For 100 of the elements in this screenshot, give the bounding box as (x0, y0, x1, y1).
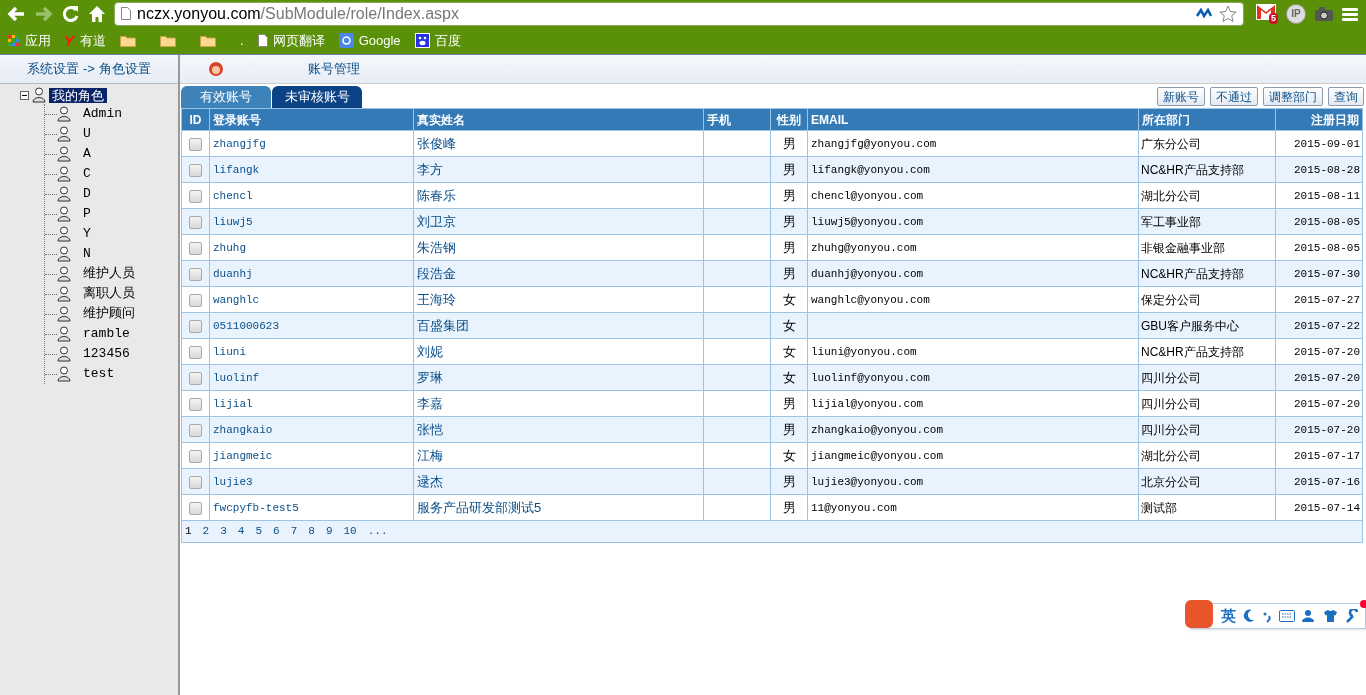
login-link[interactable]: liuwj5 (213, 216, 253, 229)
tree-item[interactable]: 维护顾问 (81, 304, 137, 324)
ime-mode[interactable]: 英 (1221, 604, 1236, 628)
login-link[interactable]: lijial (213, 398, 253, 411)
page-link[interactable]: 5 (255, 523, 263, 540)
bookmark-link[interactable]: 应用 (8, 30, 51, 51)
bookmark-link[interactable]: 百度 (414, 30, 461, 51)
page-link[interactable]: 10 (343, 523, 357, 540)
tab[interactable]: 未审核账号 (272, 86, 362, 108)
row-checkbox[interactable] (189, 449, 202, 463)
reload-icon[interactable] (62, 4, 80, 23)
row-checkbox[interactable] (189, 423, 202, 437)
logo-icon (65, 34, 75, 47)
row-checkbox[interactable] (189, 501, 202, 515)
person-icon (57, 226, 71, 242)
row-checkbox[interactable] (189, 475, 202, 489)
bookmark-link[interactable]: Google (338, 30, 401, 51)
tree-item[interactable]: N (81, 244, 93, 264)
back-icon[interactable] (6, 4, 26, 23)
row-checkbox[interactable] (189, 189, 202, 203)
row-checkbox[interactable] (189, 397, 202, 411)
login-link[interactable]: 0511000623 (213, 320, 279, 333)
tree-item[interactable]: 123456 (81, 344, 132, 364)
page-link[interactable]: 6 (273, 523, 280, 540)
page-link[interactable]: 7 (290, 523, 298, 540)
wrench-icon[interactable] (1345, 609, 1359, 623)
login-link[interactable]: lujie3 (213, 476, 253, 489)
person-icon (57, 106, 71, 122)
count-badge: 5 (1269, 12, 1278, 24)
ip-icon[interactable]: IP (1286, 3, 1306, 24)
tree-item[interactable]: 离职人员 (81, 284, 137, 304)
tree-item[interactable]: Admin (81, 104, 124, 124)
tree-item[interactable]: 维护人员 (81, 264, 137, 284)
moon-icon[interactable] (1243, 609, 1255, 623)
tree-item[interactable]: U (81, 124, 93, 144)
row-checkbox[interactable] (189, 319, 202, 333)
login-link[interactable]: chencl (213, 190, 253, 203)
page-link[interactable]: 3 (220, 523, 227, 540)
login-link[interactable]: liuni (213, 346, 246, 359)
user-icon[interactable] (1302, 609, 1316, 623)
tree-item[interactable]: ramble (81, 324, 132, 344)
login-link[interactable]: duanhj (213, 268, 253, 281)
row-checkbox[interactable] (189, 241, 202, 255)
table-cell: wanghlc@yonyou.com (811, 294, 930, 307)
table-cell: 陈春乐 (417, 187, 456, 203)
row-checkbox[interactable] (189, 345, 202, 359)
page-link[interactable]: 4 (237, 523, 245, 540)
action-button[interactable]: 查询 (1328, 87, 1364, 106)
page-link[interactable]: 9 (325, 523, 333, 540)
tree-item[interactable]: A (81, 144, 93, 164)
tree-item[interactable]: P (81, 204, 93, 224)
page-link[interactable]: 1 (185, 523, 192, 540)
row-checkbox[interactable] (189, 163, 202, 177)
address-bar[interactable]: nczx.yonyou.com/SubModule/role/Index.aspx (114, 1, 1244, 26)
folder-icon[interactable] (120, 34, 136, 47)
person-icon (57, 366, 71, 382)
tree-item[interactable]: C (81, 164, 93, 184)
table-cell: 罗琳 (417, 369, 443, 385)
login-link[interactable]: zhuhg (213, 242, 246, 255)
login-link[interactable]: luolinf (213, 372, 260, 385)
keyboard-icon[interactable] (1279, 610, 1295, 622)
url-text: nczx.yonyou.com/SubModule/role/Index.aspx (137, 3, 459, 24)
page-link[interactable]: 2 (202, 523, 210, 540)
bookmark-link[interactable]: . (240, 30, 244, 51)
action-button[interactable]: 不通过 (1210, 87, 1258, 106)
row-checkbox[interactable] (189, 215, 202, 229)
login-link[interactable]: zhangkaio (213, 424, 273, 437)
menu-icon[interactable] (1342, 6, 1358, 21)
page-link[interactable]: ... (367, 523, 388, 540)
shirt-icon[interactable] (1323, 609, 1338, 623)
home-icon[interactable] (88, 4, 106, 23)
mail-icon[interactable] (1256, 3, 1276, 20)
page-link[interactable]: 8 (308, 523, 315, 540)
star-icon[interactable] (1219, 4, 1237, 23)
tree-item[interactable]: Y (81, 224, 93, 244)
row-checkbox[interactable] (189, 371, 202, 385)
table-cell: 男 (782, 161, 796, 177)
camera-icon[interactable] (1314, 5, 1334, 22)
tree-item[interactable]: D (81, 184, 93, 204)
column-header: 性别 (770, 108, 808, 131)
login-link[interactable]: lifangk (213, 164, 260, 177)
row-checkbox[interactable] (189, 293, 202, 307)
folder-icon[interactable] (160, 34, 176, 47)
bookmark-link[interactable]: 有道 (65, 30, 106, 51)
login-link[interactable]: wanghlc (213, 294, 260, 307)
tree-item[interactable]: 我的角色 (49, 87, 107, 103)
tab[interactable]: 有效账号 (181, 86, 271, 108)
table-cell: 四川分公司 (1141, 396, 1201, 411)
action-button[interactable]: 调整部门 (1263, 87, 1323, 106)
row-checkbox[interactable] (189, 267, 202, 281)
row-checkbox[interactable] (189, 137, 202, 151)
collapse-toggle[interactable] (20, 90, 29, 100)
tree-item[interactable]: test (81, 364, 117, 384)
forward-icon[interactable] (34, 4, 54, 23)
folder-icon[interactable] (200, 34, 216, 47)
login-link[interactable]: zhangjfg (213, 138, 266, 151)
action-button[interactable]: 新账号 (1157, 87, 1205, 106)
login-link[interactable]: jiangmeic (213, 450, 273, 463)
bookmark-link[interactable]: 网页翻译 (257, 30, 325, 51)
logo-icon (338, 33, 354, 48)
